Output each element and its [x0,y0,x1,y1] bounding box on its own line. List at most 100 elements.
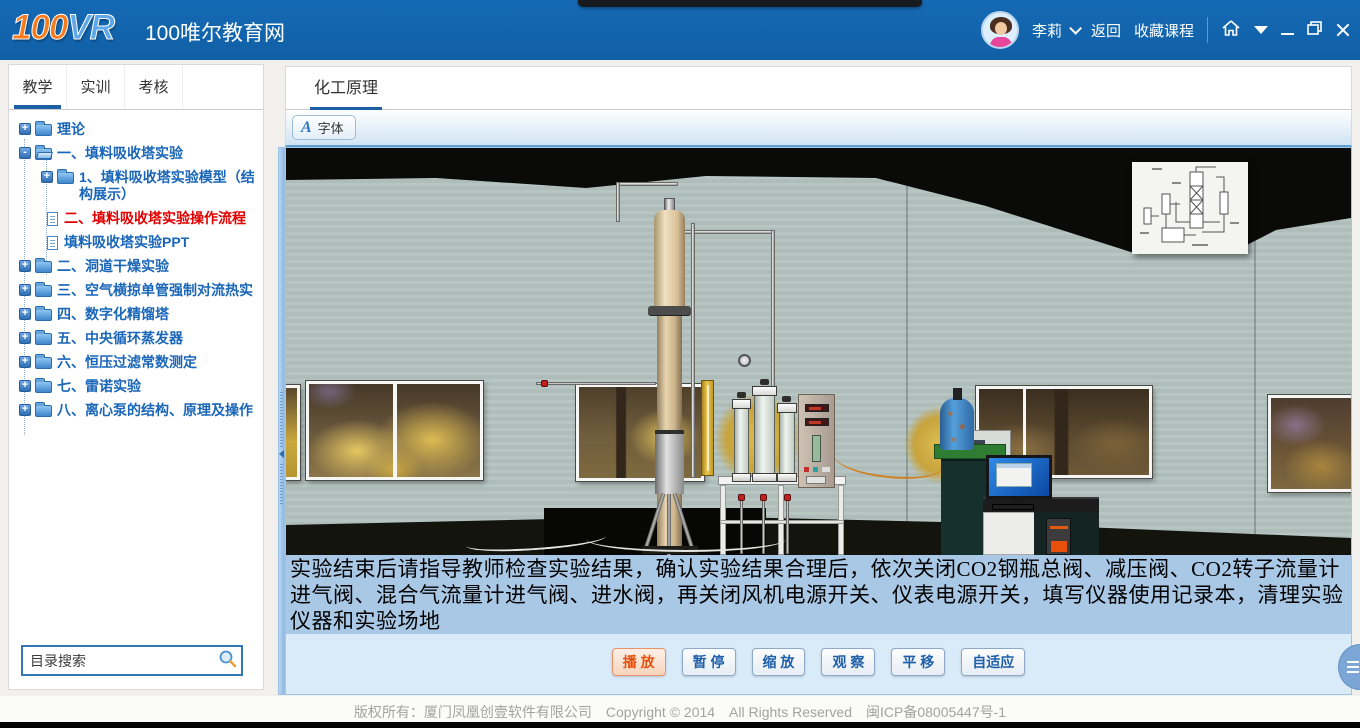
pipe [691,223,695,478]
keyboard [992,504,1034,510]
tree-item-tunnel-drying[interactable]: 二、洞道干燥实验 [19,258,259,275]
pipe [536,382,656,385]
cylinder-valve [953,388,962,400]
play-button[interactable]: 播 放 [612,648,666,676]
pause-button[interactable]: 暂 停 [682,648,736,676]
chevron-down-icon[interactable] [1069,22,1082,35]
splitter-grip [280,392,283,448]
tree-item-label: 理论 [57,121,85,138]
sidebar-tabs: 教学 实训 考核 [9,65,263,110]
tree-item-operation-flow[interactable]: 二、填料吸收塔实验操作流程 [19,210,259,227]
floor-hose [586,526,786,552]
font-button[interactable]: A 字体 [292,115,356,140]
tree-item-model-structure[interactable]: 1、填料吸收塔实验模型（结构展示） [19,169,259,203]
expand-plus-icon[interactable] [19,332,31,344]
expand-plus-icon[interactable] [19,260,31,272]
tree-item-label: 五、中央循环蒸发器 [57,330,183,347]
site-logo[interactable]: 100VR [12,8,114,48]
expand-plus-icon[interactable] [41,171,53,183]
tree-item-air-convection[interactable]: 三、空气横掠单管强制对流热实 [19,282,259,299]
pipe [786,500,789,554]
top-notch [578,0,922,7]
tree-item-reynolds[interactable]: 七、雷诺实验 [19,378,259,395]
search-input[interactable] [23,653,218,669]
user-avatar[interactable] [981,11,1019,49]
expand-plus-icon[interactable] [19,356,31,368]
document-icon [47,212,58,226]
viewer-toolbar: A 字体 [285,110,1352,147]
window-far-left [286,385,300,480]
level-indicator [812,435,821,462]
step-description: 实验结束后请指导教师检查实验结果，确认实验结果合理后，依次关闭CO2钢瓶总阀、减… [286,555,1351,634]
pan-button[interactable]: 平 移 [891,648,945,676]
collapse-arrow-icon[interactable] [279,450,284,458]
dropdown-triangle-icon[interactable] [1254,26,1268,34]
folder-icon [35,405,52,417]
rotameter-knob [760,379,769,385]
auto-fit-button[interactable]: 自适应 [961,648,1025,676]
folder-icon [35,285,52,297]
folder-icon [35,309,52,321]
folder-icon [35,124,52,136]
site-title: 100唯尔教育网 [145,17,285,47]
window-far-right [1268,395,1351,492]
tree-item-central-evaporator[interactable]: 五、中央循环蒸发器 [19,330,259,347]
tree-item-constant-pressure-filtration[interactable]: 六、恒压过滤常数测定 [19,354,259,371]
folder-icon [35,333,52,345]
tree-item-label: 六、恒压过滤常数测定 [57,354,197,371]
search-icon[interactable] [218,649,237,673]
folder-icon [35,261,52,273]
home-icon[interactable] [1221,19,1241,41]
tab-assessment[interactable]: 考核 [125,65,183,109]
tree-item-label: 三、空气横掠单管强制对流热实 [57,282,253,299]
expand-plus-icon[interactable] [19,123,31,135]
tree-item-digital-distillation[interactable]: 四、数字化精馏塔 [19,306,259,323]
expand-plus-icon[interactable] [19,284,31,296]
pressure-gauge [738,354,751,367]
minimize-icon[interactable] [1281,33,1294,35]
folder-icon [35,357,52,369]
expand-plus-icon[interactable] [19,308,31,320]
back-button[interactable]: 返回 [1091,20,1121,41]
co2-gas-cylinder [940,398,974,450]
catalog-search-box [21,645,243,676]
screen-window [996,463,1032,487]
course-tree: 理论 一、填料吸收塔实验 1、填料吸收塔实验模型（结构展示） 二、填料吸收塔实验… [9,111,259,629]
tab-chemical-engineering[interactable]: 化工原理 [310,67,382,110]
vr-scene[interactable] [286,148,1351,555]
sidebar-splitter[interactable] [278,147,285,695]
valve-icon [541,380,548,387]
expand-plus-icon[interactable] [19,380,31,392]
column-lower-section [655,430,684,494]
tab-training[interactable]: 实训 [67,65,125,109]
tree-item-label: 八、离心泵的结构、原理及操作 [57,402,253,419]
course-sidebar: 教学 实训 考核 理论 一、填料吸收塔实验 1、填料吸收塔实验模型（结构展示） … [8,64,264,690]
rotameter-knob [737,392,746,398]
favorite-course-button[interactable]: 收藏课程 [1134,20,1194,41]
username[interactable]: 李莉 [1032,20,1062,41]
bench-crossbar [720,520,844,524]
viewer-panel: 实验结束后请指导教师检查实验结果，确认实验结果合理后，依次关闭CO2钢瓶总阀、减… [285,147,1352,695]
collapse-minus-icon[interactable] [19,147,31,159]
tab-teaching[interactable]: 教学 [9,65,67,109]
tree-item-label: 填料吸收塔实验PPT [64,234,189,251]
rotameter [779,410,795,476]
tree-item-packed-absorption[interactable]: 一、填料吸收塔实验 [19,145,259,162]
font-A-icon: A [301,121,312,135]
tree-item-label: 一、填料吸收塔实验 [57,145,183,162]
control-panel [798,394,835,488]
tree-item-centrifugal-pump[interactable]: 八、离心泵的结构、原理及操作 [19,402,259,419]
zoom-button[interactable]: 缩 放 [752,648,806,676]
digital-display [805,418,829,426]
restore-icon[interactable] [1307,21,1323,39]
rotameter-knob [782,396,791,402]
pipe [616,182,620,222]
footer: 版权所有：厦门凤凰创壹软件有限公司 Copyright © 2014 All R… [0,696,1360,722]
tree-item-experiment-ppt[interactable]: 填料吸收塔实验PPT [19,234,259,251]
expand-plus-icon[interactable] [19,404,31,416]
splitter-grip [280,464,283,504]
pipe [616,182,678,186]
tree-item-theory[interactable]: 理论 [19,121,259,138]
close-icon[interactable] [1336,23,1350,37]
observe-button[interactable]: 观 察 [821,648,875,676]
